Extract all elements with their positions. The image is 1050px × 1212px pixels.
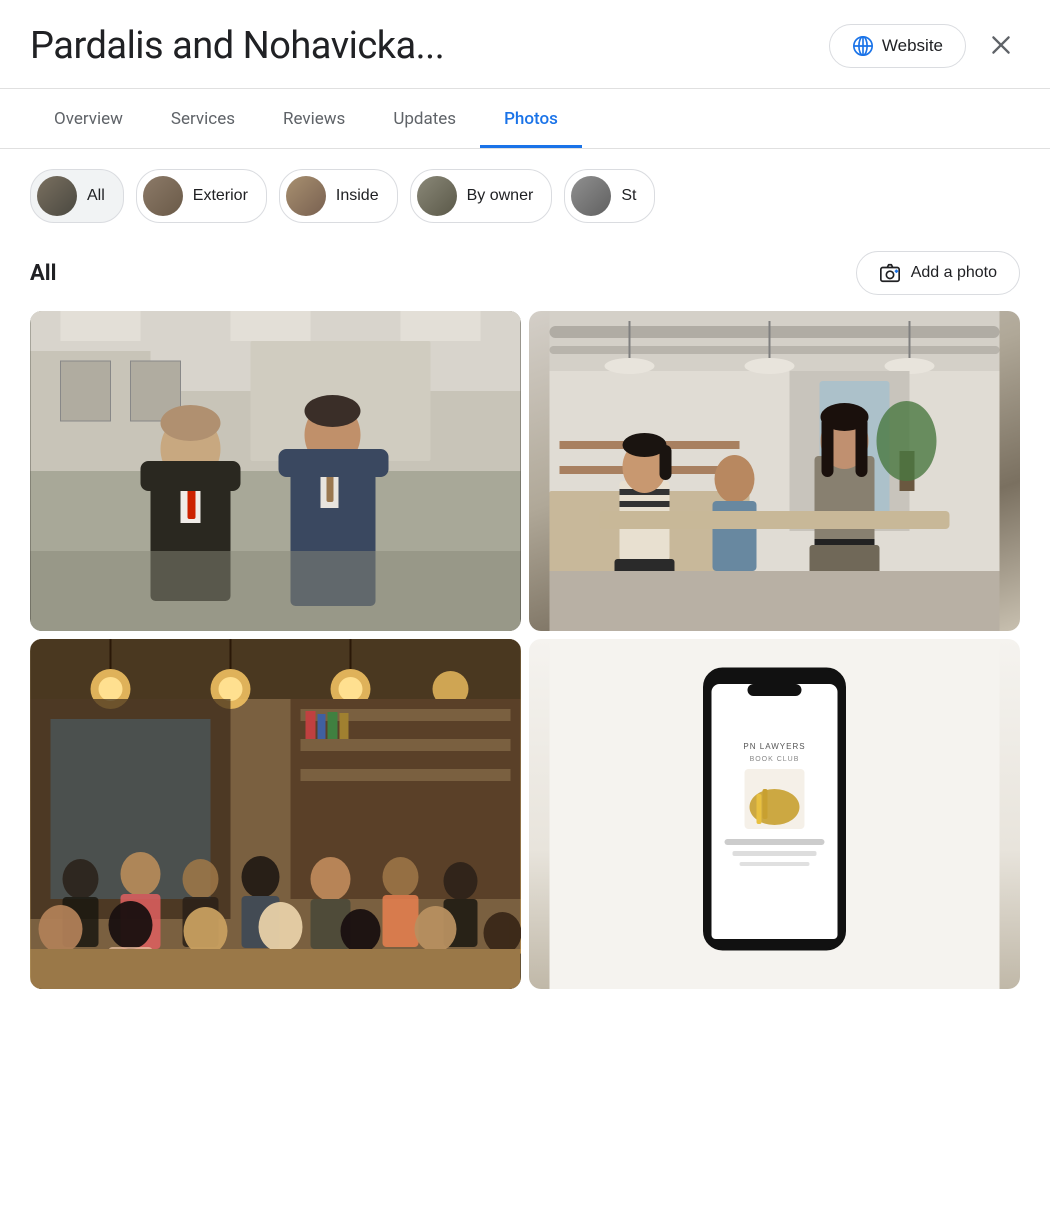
tab-reviews[interactable]: Reviews	[259, 89, 369, 148]
page-title: Pardalis and Nohavicka...	[30, 24, 444, 68]
photo-1[interactable]	[30, 311, 521, 631]
filter-chip-exterior[interactable]: Exterior	[136, 169, 267, 223]
section-title: All	[30, 261, 56, 286]
photo-grid: PN LAWYERS BOOK CLUB	[0, 311, 1050, 1019]
tab-services[interactable]: Services	[147, 89, 259, 148]
add-photo-label: Add a photo	[911, 264, 997, 282]
add-photo-icon	[879, 262, 901, 284]
chip-thumb-exterior	[143, 176, 183, 216]
header-actions: Website	[829, 24, 1020, 68]
tab-overview[interactable]: Overview	[30, 89, 147, 148]
photo-3-image	[30, 639, 521, 989]
header: Pardalis and Nohavicka... Website	[0, 0, 1050, 89]
filter-chips-row: All Exterior Inside By owner St	[0, 149, 1050, 233]
chip-inside-label: Inside	[336, 187, 379, 205]
chip-thumb-by-owner	[417, 176, 457, 216]
globe-icon	[852, 35, 874, 57]
filter-chip-street-view[interactable]: St	[564, 169, 655, 223]
photo-3[interactable]	[30, 639, 521, 989]
filter-chip-by-owner[interactable]: By owner	[410, 169, 553, 223]
website-button[interactable]: Website	[829, 24, 966, 68]
photo-4[interactable]: PN LAWYERS BOOK CLUB	[529, 639, 1020, 989]
chip-thumb-inside	[286, 176, 326, 216]
close-button[interactable]	[982, 26, 1020, 67]
photo-4-image: PN LAWYERS BOOK CLUB	[529, 639, 1020, 989]
photo-1-image	[30, 311, 521, 631]
section-header: All Add a photo	[0, 233, 1050, 311]
filter-chip-all[interactable]: All	[30, 169, 124, 223]
photo-2-image	[529, 311, 1020, 631]
chip-by-owner-label: By owner	[467, 187, 534, 205]
chip-thumb-all	[37, 176, 77, 216]
svg-text:BOOK CLUB: BOOK CLUB	[750, 756, 800, 763]
svg-text:PN LAWYERS: PN LAWYERS	[743, 742, 805, 751]
close-icon	[988, 32, 1014, 58]
tab-photos[interactable]: Photos	[480, 89, 582, 148]
website-label: Website	[882, 36, 943, 56]
filter-chip-inside[interactable]: Inside	[279, 169, 398, 223]
chip-all-label: All	[87, 187, 105, 205]
tab-updates[interactable]: Updates	[369, 89, 480, 148]
chip-exterior-label: Exterior	[193, 187, 248, 205]
photo-2[interactable]	[529, 311, 1020, 631]
chip-thumb-street-view	[571, 176, 611, 216]
chip-street-view-label: St	[621, 187, 636, 205]
add-photo-button[interactable]: Add a photo	[856, 251, 1020, 295]
tabs-nav: Overview Services Reviews Updates Photos	[0, 89, 1050, 149]
